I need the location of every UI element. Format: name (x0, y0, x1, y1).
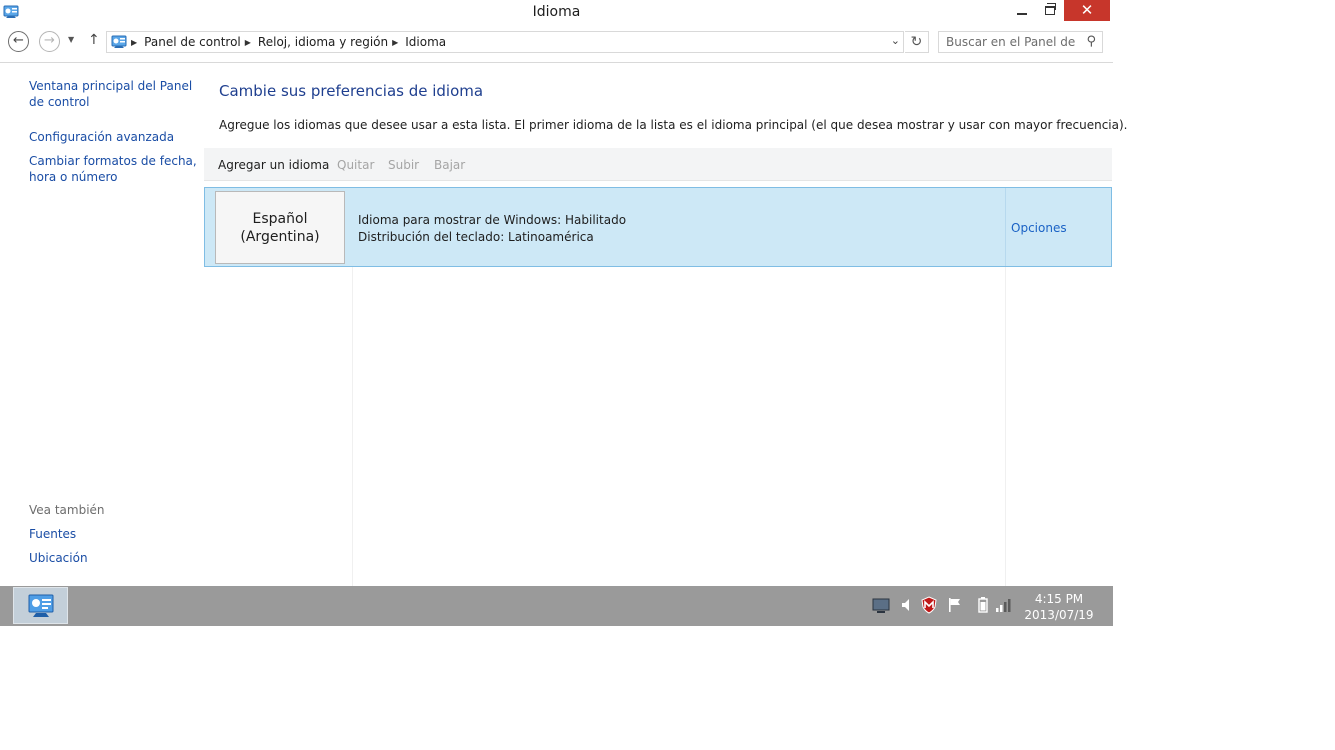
action-center-flag-icon[interactable] (946, 596, 964, 614)
mcafee-shield-icon[interactable] (920, 596, 938, 614)
breadcrumb-language[interactable]: Idioma (405, 35, 446, 49)
arrow-up-icon: ↑ (88, 32, 100, 48)
link-location[interactable]: Ubicación (29, 550, 201, 566)
link-advanced-settings[interactable]: Configuración avanzada (29, 129, 201, 145)
arrow-left-icon: ← (13, 33, 24, 48)
move-down-button[interactable]: Bajar (434, 158, 465, 172)
column-divider (352, 267, 353, 586)
close-icon: ✕ (1080, 1, 1094, 19)
page-title: Cambie sus preferencias de idioma (219, 82, 484, 100)
arrow-right-icon: → (44, 33, 55, 48)
forward-button[interactable]: → (39, 31, 60, 52)
language-toolbar: Agregar un idioma Quitar Subir Bajar (204, 148, 1112, 181)
up-button[interactable]: ↑ (88, 32, 100, 48)
breadcrumb-chevron-icon[interactable]: ▶ (131, 38, 137, 47)
control-panel-icon (111, 35, 127, 48)
column-divider (1005, 267, 1006, 586)
clock-time: 4:15 PM (1034, 592, 1084, 606)
language-name: Español (252, 211, 308, 227)
display-icon[interactable] (872, 596, 890, 614)
address-bar[interactable]: ▶ Panel de control ▶ Reloj, idioma y reg… (106, 31, 904, 53)
breadcrumb-chevron-icon[interactable]: ▶ (245, 38, 251, 47)
recent-locations-button[interactable]: ▼ (68, 35, 74, 44)
title-bar: Idioma ✕ (0, 0, 1113, 24)
display-language-status: Idioma para mostrar de Windows: Habilita… (358, 213, 627, 227)
taskbar-clock[interactable]: 4:15 PM 2013/07/19 (1023, 591, 1095, 623)
page-description: Agregue los idiomas que desee usar a est… (219, 118, 1128, 132)
see-also-label: Vea también (29, 503, 105, 517)
add-language-button[interactable]: Agregar un idioma (218, 158, 329, 172)
breadcrumb-chevron-icon[interactable]: ▶ (392, 38, 398, 47)
restore-button[interactable] (1036, 0, 1063, 21)
chevron-down-icon: ▼ (68, 35, 75, 44)
breadcrumb-clock-language-region[interactable]: Reloj, idioma y región (258, 35, 388, 49)
breadcrumb: ▶ Panel de control ▶ Reloj, idioma y reg… (131, 35, 446, 49)
taskbar-control-panel-button[interactable] (13, 587, 68, 624)
back-button[interactable]: ← (8, 31, 29, 52)
language-tile[interactable]: Español (Argentina) (215, 191, 345, 264)
link-change-date-formats[interactable]: Cambiar formatos de fecha, hora o número (29, 153, 201, 185)
link-control-panel-home[interactable]: Ventana principal del Panel de control (29, 78, 201, 110)
search-icon[interactable]: ⚲ (1086, 34, 1096, 49)
left-pane: Ventana principal del Panel de control C… (0, 63, 204, 586)
address-dropdown-button[interactable]: ⌄ (891, 34, 900, 47)
control-panel-icon (28, 594, 54, 617)
window-title: Idioma (532, 4, 581, 20)
language-details: Idioma para mostrar de Windows: Habilita… (358, 212, 626, 246)
minimize-button[interactable] (1008, 0, 1035, 21)
link-fonts[interactable]: Fuentes (29, 526, 201, 542)
control-panel-window: Idioma ✕ ← → ▼ ↑ ▶ Panel de control ▶ Re… (0, 0, 1127, 586)
volume-icon[interactable] (898, 596, 916, 614)
chevron-down-icon: ⌄ (890, 34, 900, 47)
clock-date: 2013/07/19 (1024, 608, 1094, 622)
keyboard-layout: Distribución del teclado: Latinoamérica (358, 230, 594, 244)
search-input[interactable] (939, 32, 1079, 52)
battery-icon[interactable] (974, 596, 992, 614)
language-region: (Argentina) (240, 229, 320, 245)
options-link[interactable]: Opciones (1011, 221, 1067, 235)
taskbar: 4:15 PM 2013/07/19 (0, 586, 1113, 626)
network-signal-icon[interactable] (994, 596, 1012, 614)
language-row[interactable]: Español (Argentina) Idioma para mostrar … (204, 187, 1112, 267)
language-list: Español (Argentina) Idioma para mostrar … (204, 181, 1112, 586)
close-button[interactable]: ✕ (1064, 0, 1110, 21)
restore-icon (1044, 3, 1056, 15)
minimize-icon (1016, 13, 1027, 15)
row-divider (1005, 188, 1006, 266)
search-box[interactable]: ⚲ (938, 31, 1103, 53)
refresh-button[interactable]: ↻ (905, 31, 929, 53)
refresh-icon: ↻ (910, 34, 923, 50)
breadcrumb-control-panel[interactable]: Panel de control (144, 35, 241, 49)
remove-button[interactable]: Quitar (337, 158, 374, 172)
move-up-button[interactable]: Subir (388, 158, 419, 172)
navigation-bar: ← → ▼ ↑ ▶ Panel de control ▶ Reloj, idio… (0, 28, 1113, 56)
